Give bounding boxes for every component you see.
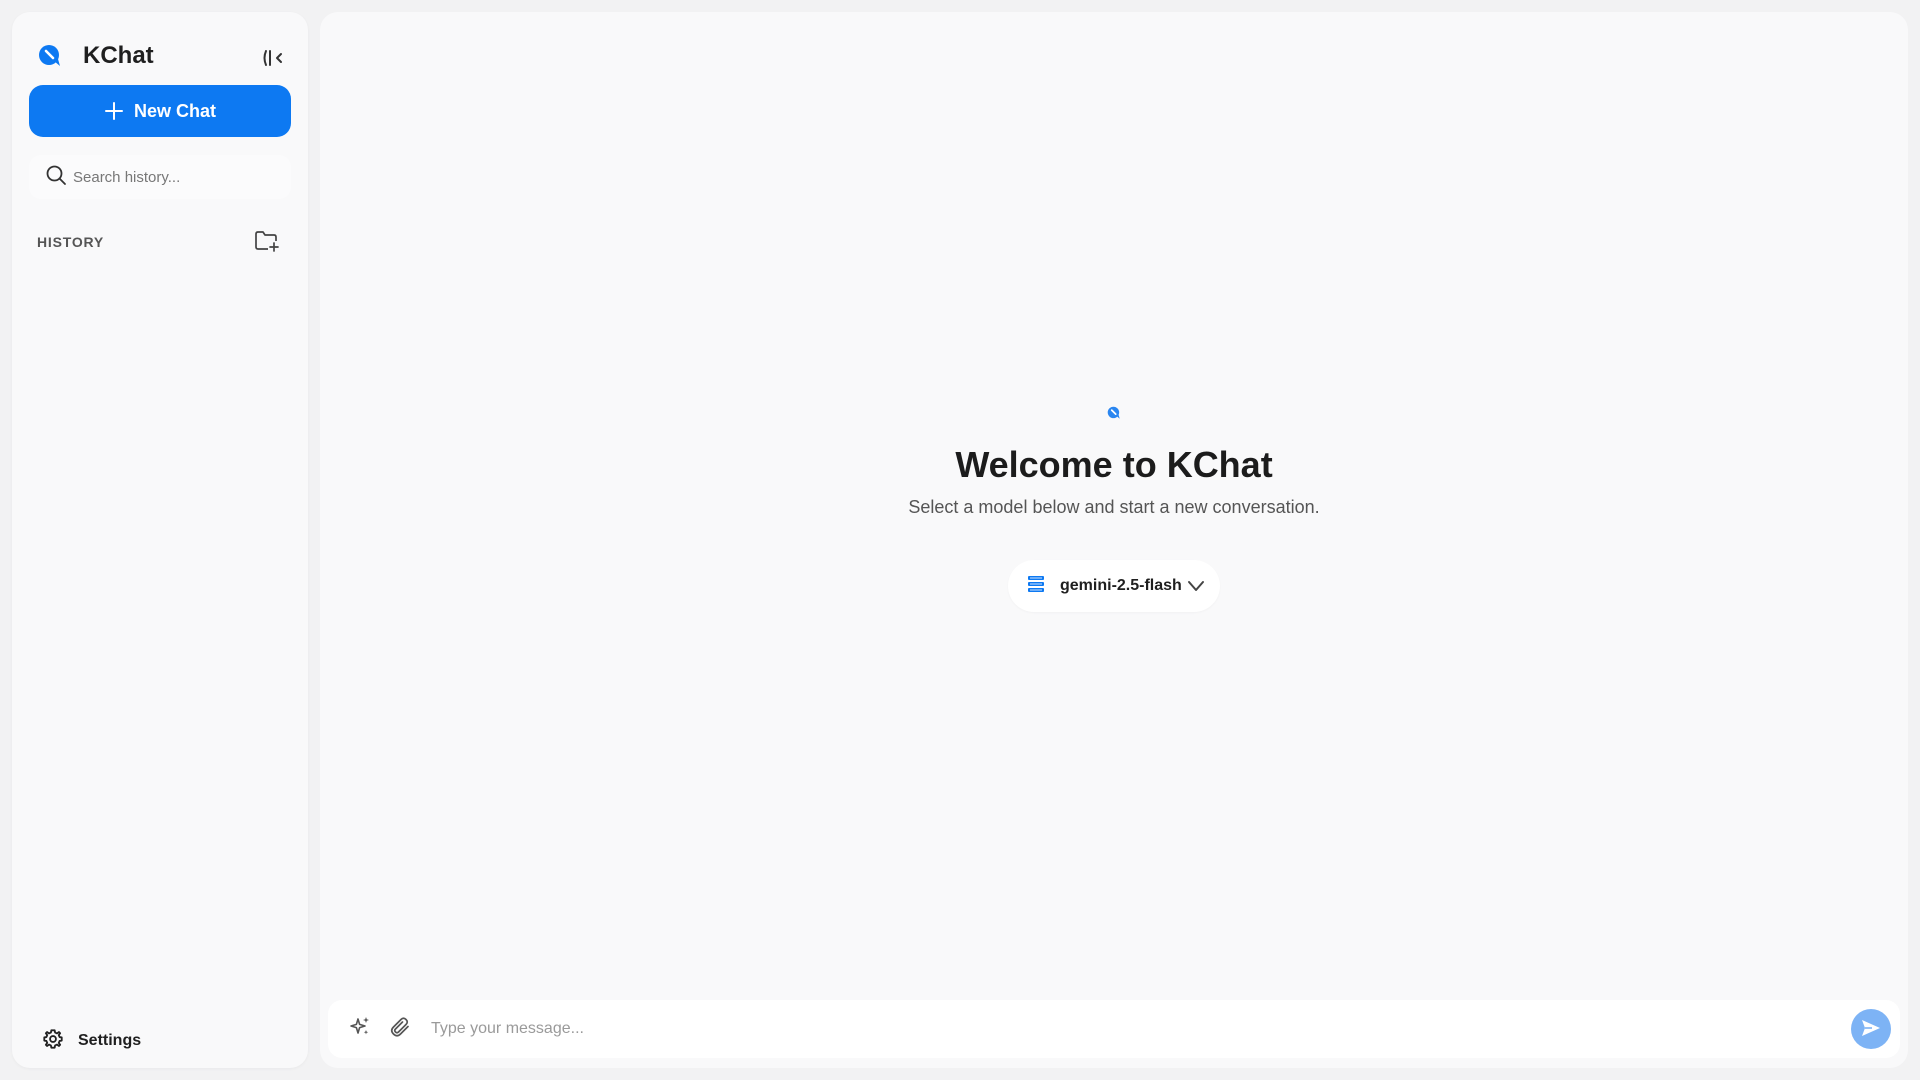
search-box — [29, 155, 291, 199]
history-heading: HISTORY — [37, 234, 105, 250]
app-name: KChat — [83, 42, 154, 69]
welcome-title: Welcome to KChat — [955, 444, 1273, 485]
chat-bubble-logo-icon — [1106, 405, 1122, 421]
main-panel: Welcome to KChat Select a model below an… — [320, 12, 1908, 1068]
message-composer — [328, 1000, 1900, 1058]
folder-plus-icon — [254, 229, 280, 258]
collapse-sidebar-button[interactable] — [259, 48, 289, 72]
search-input[interactable] — [71, 167, 281, 187]
gear-icon — [42, 1028, 64, 1055]
welcome-subtitle: Select a model below and start a new con… — [908, 497, 1320, 517]
chevron-down-icon — [1186, 576, 1206, 596]
send-button[interactable] — [1851, 1009, 1891, 1049]
welcome-section: Welcome to KChat Select a model below an… — [320, 405, 1908, 518]
brand: KChat — [36, 36, 154, 76]
paperclip-icon — [388, 1015, 412, 1044]
send-icon — [1859, 1016, 1883, 1043]
server-stack-icon — [1026, 574, 1046, 599]
new-chat-label: New Chat — [133, 100, 216, 121]
attach-button[interactable] — [385, 1014, 415, 1044]
new-folder-button[interactable] — [253, 229, 281, 257]
selected-model-name: gemini-2.5-flash — [1060, 577, 1182, 594]
settings-button[interactable]: Settings — [42, 1026, 141, 1056]
sparkle-icon — [348, 1015, 372, 1044]
plus-icon — [104, 101, 124, 121]
sidebar: KChat New Chat HISTORY — [12, 12, 308, 1068]
settings-label: Settings — [78, 1032, 142, 1049]
message-input[interactable] — [429, 1019, 1851, 1039]
model-selector[interactable]: gemini-2.5-flash — [1008, 560, 1220, 612]
chat-bubble-logo-icon — [36, 42, 64, 70]
new-chat-button[interactable]: New Chat — [29, 85, 291, 137]
search-icon — [45, 164, 67, 191]
sparkle-button[interactable] — [345, 1014, 375, 1044]
sidebar-collapse-icon — [260, 48, 288, 73]
